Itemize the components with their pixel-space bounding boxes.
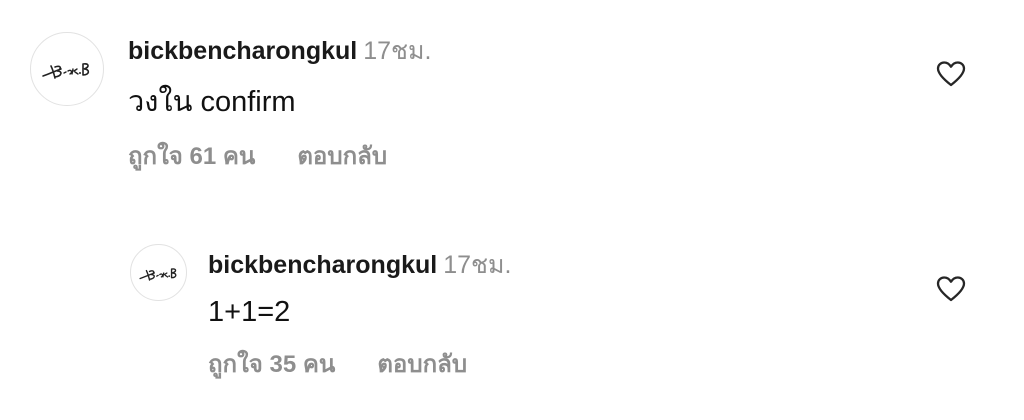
avatar-signature-logo (42, 63, 90, 79)
reply-button[interactable]: ตอบกลับ (377, 351, 467, 378)
avatar[interactable] (130, 244, 187, 301)
timestamp: 17ชม. (443, 251, 512, 279)
username-link[interactable]: bickbencharongkul (208, 251, 437, 279)
heart-outline-icon[interactable] (936, 275, 966, 303)
likes-count[interactable]: ถูกใจ 35 คน (208, 351, 335, 378)
avatar[interactable] (30, 32, 104, 106)
comment-item: bickbencharongkul 17ชม. วงใน confirm ถูกใ… (0, 0, 1024, 200)
comment-actions: ถูกใจ 35 คน ตอบกลับ (208, 353, 467, 377)
comment-header: bickbencharongkul 17ชม. (128, 39, 431, 64)
username-link[interactable]: bickbencharongkul (128, 37, 357, 65)
avatar-signature-logo (138, 267, 176, 281)
reply-button[interactable]: ตอบกลับ (297, 143, 387, 170)
heart-outline-icon[interactable] (936, 60, 966, 88)
comment-text: วงใน confirm (128, 86, 296, 118)
comment-actions: ถูกใจ 61 คน ตอบกลับ (128, 145, 387, 169)
likes-count[interactable]: ถูกใจ 61 คน (128, 143, 255, 170)
reply-comment-item: bickbencharongkul 17ชม. 1+1=2 ถูกใจ 35 คน… (0, 200, 1024, 420)
timestamp: 17ชม. (363, 37, 432, 65)
comment-text: 1+1=2 (208, 296, 291, 328)
comment-header: bickbencharongkul 17ชม. (208, 253, 511, 278)
